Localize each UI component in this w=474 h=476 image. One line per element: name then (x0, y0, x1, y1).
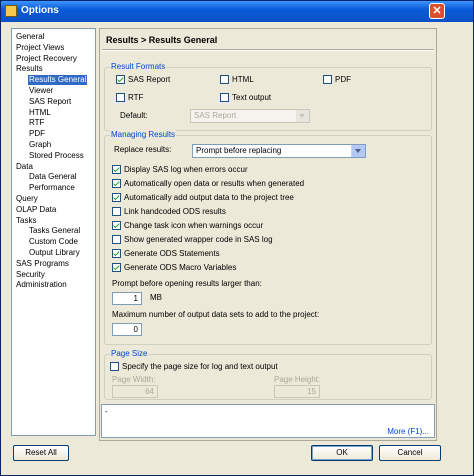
specify-page-size-label: Specify the page size for log and text o… (122, 362, 278, 371)
result-formats-label: Result Formats (110, 62, 167, 72)
tree-item[interactable]: Query (15, 194, 39, 204)
managing-option-label: Change task icon when warnings occur (124, 221, 264, 230)
replace-results-label: Replace results: (114, 145, 172, 154)
rtf-label: RTF (128, 93, 144, 102)
tree-item[interactable]: Output Library (28, 248, 81, 258)
tree-item[interactable]: Custom Code (28, 237, 79, 247)
tree-item[interactable]: Graph (28, 140, 52, 150)
tree-item[interactable]: Project Views (15, 43, 65, 53)
tree-item[interactable]: General (15, 32, 45, 42)
tree-item[interactable]: Tasks General (28, 226, 81, 236)
prompt-size-input[interactable]: 1 (112, 292, 142, 305)
tree-item[interactable]: SAS Programs (15, 259, 70, 269)
tree-item[interactable]: Results General (28, 75, 88, 86)
sas-report-label: SAS Report (128, 75, 171, 84)
help-area: - More (F1)... (101, 404, 435, 438)
sas-report-checkbox[interactable] (116, 75, 125, 84)
tree-item[interactable]: Project Recovery (15, 54, 78, 64)
replace-results-select[interactable]: Prompt before replacing (192, 144, 366, 158)
tree-item[interactable]: Data (15, 162, 34, 172)
tree-item[interactable]: Data General (28, 172, 78, 182)
ok-button[interactable]: OK (311, 445, 373, 461)
tree-item[interactable]: PDF (28, 129, 46, 139)
html-checkbox[interactable] (220, 75, 229, 84)
chevron-down-icon (351, 145, 365, 157)
window-title: Options (21, 5, 59, 16)
tree-item[interactable]: RTF (28, 118, 45, 128)
managing-option-checkbox[interactable] (112, 221, 121, 230)
options-window: Options ✕ General Project Views Project Re… (0, 0, 474, 476)
default-format-value: SAS Report (194, 111, 237, 120)
title-bar[interactable]: Options ✕ (1, 1, 473, 22)
tree-item[interactable]: Performance (28, 183, 76, 193)
rtf-checkbox[interactable] (116, 93, 125, 102)
page-width-input[interactable]: 64 (112, 385, 158, 398)
text-output-checkbox[interactable] (220, 93, 229, 102)
tree-item[interactable]: Tasks (15, 216, 37, 226)
managing-option-label: Show generated wrapper code in SAS log (124, 235, 273, 244)
managing-results-label: Managing Results (110, 130, 177, 140)
prompt-size-unit: MB (150, 293, 162, 302)
managing-option-checkbox[interactable] (112, 165, 121, 174)
default-label: Default: (120, 111, 148, 120)
tree-item[interactable]: Viewer (28, 86, 54, 96)
options-tree[interactable]: General Project Views Project Recovery Resu… (11, 28, 96, 436)
more-help-link[interactable]: More (F1)... (387, 427, 429, 437)
tree-item[interactable]: HTML (28, 108, 52, 118)
default-format-select[interactable]: SAS Report (190, 109, 310, 123)
managing-option-label: Generate ODS Statements (124, 249, 220, 258)
max-datasets-label: Maximum number of output data sets to ad… (112, 310, 320, 319)
managing-option-checkbox[interactable] (112, 179, 121, 188)
app-icon (5, 5, 17, 17)
pdf-checkbox[interactable] (323, 75, 332, 84)
managing-option-checkbox[interactable] (112, 235, 121, 244)
page-height-label: Page Height: (274, 375, 321, 384)
tree-item[interactable]: Security (15, 270, 46, 280)
page-size-label: Page Size (110, 349, 149, 359)
settings-panel: Results > Results General Result Formats… (99, 28, 437, 441)
managing-option-label: Automatically add output data to the pro… (124, 193, 294, 202)
tree-item[interactable]: Results (15, 64, 44, 74)
chevron-down-icon (295, 110, 309, 122)
managing-option-label: Link handcoded ODS results (124, 207, 226, 216)
pdf-label: PDF (335, 75, 351, 84)
managing-option-checkbox[interactable] (112, 263, 121, 272)
managing-option-checkbox[interactable] (112, 207, 121, 216)
managing-option-label: Display SAS log when errors occur (124, 165, 248, 174)
managing-option-label: Automatically open data or results when … (124, 179, 305, 188)
managing-option-checkbox[interactable] (112, 249, 121, 258)
specify-page-size-checkbox[interactable] (110, 362, 119, 371)
text-output-label: Text output (232, 93, 272, 102)
prompt-size-label: Prompt before opening results larger tha… (112, 279, 262, 288)
managing-option-label: Generate ODS Macro Variables (124, 263, 237, 272)
tree-item[interactable]: Administration (15, 280, 68, 290)
page-width-label: Page Width: (112, 375, 156, 384)
close-button[interactable]: ✕ (429, 3, 445, 19)
title-divider (102, 49, 434, 51)
page-height-input[interactable]: 15 (274, 385, 320, 398)
help-text: - (105, 407, 108, 416)
tree-item[interactable]: Stored Process (28, 151, 85, 161)
page-title: Results > Results General (106, 35, 218, 45)
tree-item[interactable]: SAS Report (28, 97, 72, 107)
managing-option-checkbox[interactable] (112, 193, 121, 202)
replace-results-value: Prompt before replacing (196, 146, 282, 155)
cancel-button[interactable]: Cancel (379, 445, 441, 461)
tree-item[interactable]: OLAP Data (15, 205, 57, 215)
max-datasets-input[interactable]: 0 (112, 323, 142, 336)
reset-all-button[interactable]: Reset All (13, 445, 69, 461)
html-label: HTML (232, 75, 254, 84)
